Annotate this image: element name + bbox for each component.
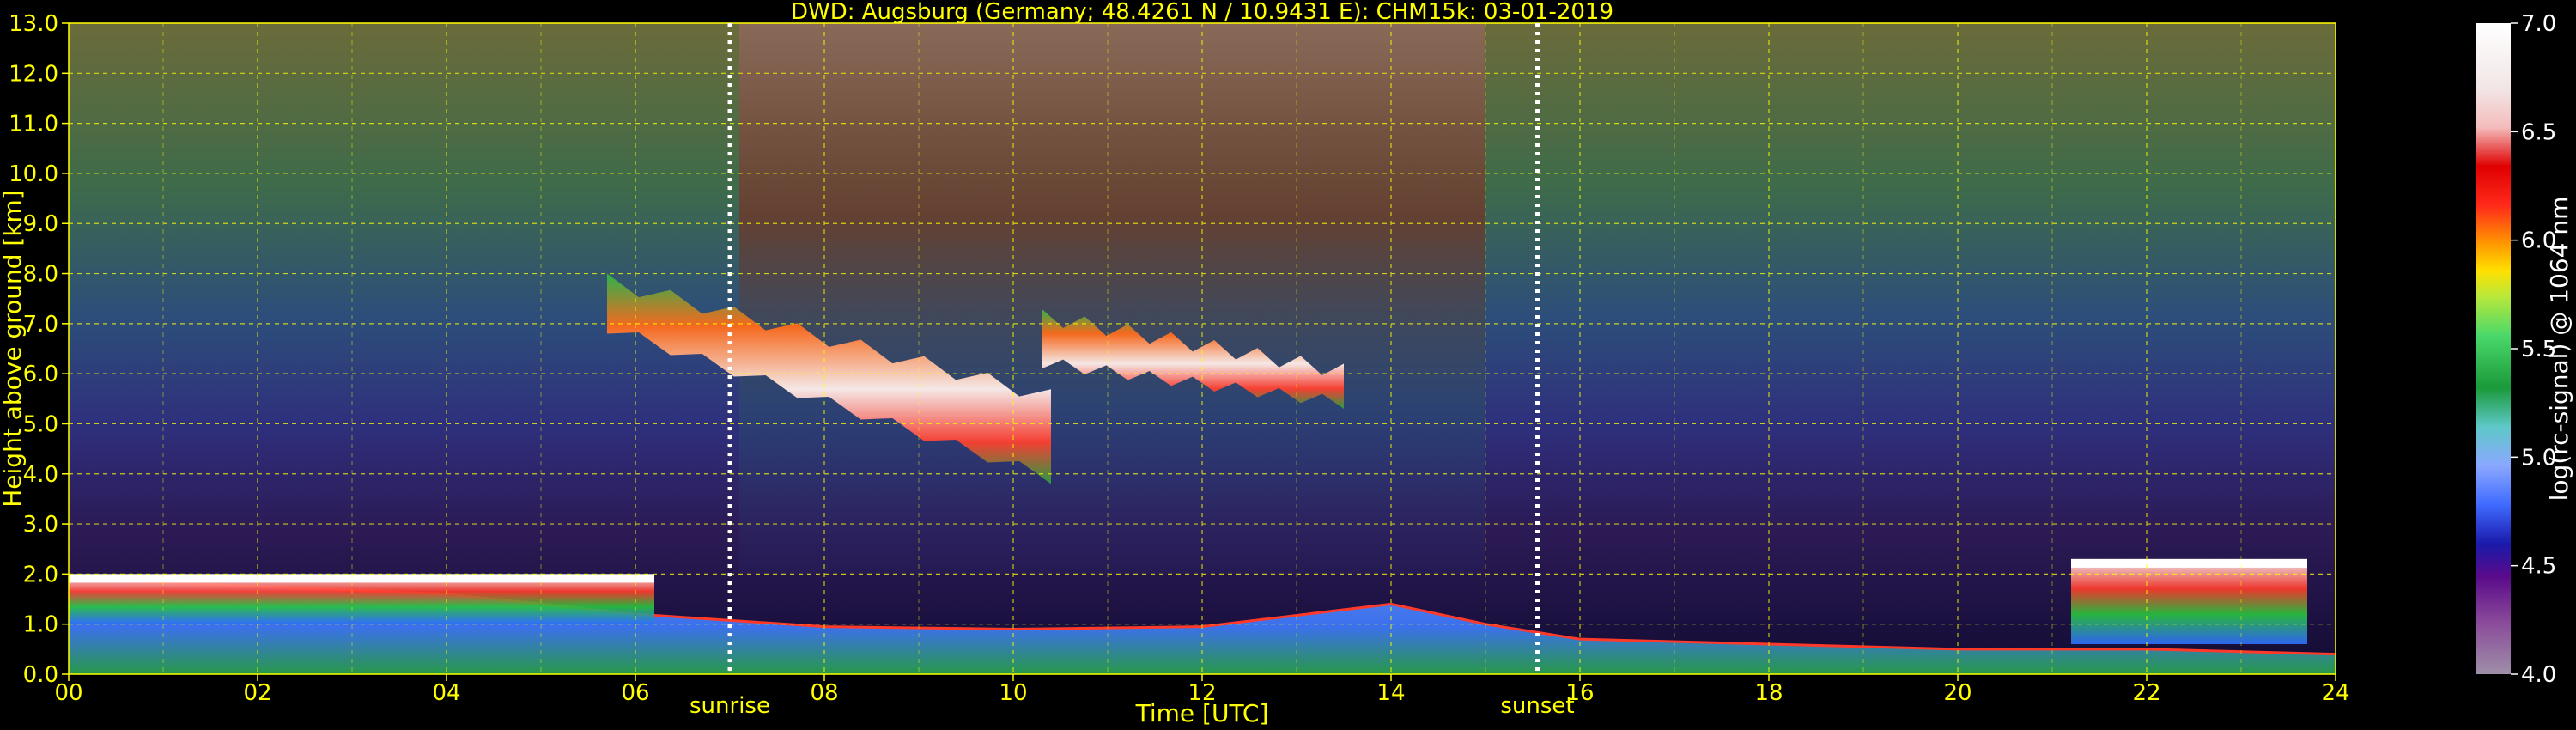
y-tick-label-5: 5.0	[23, 411, 58, 437]
low-cloud-4	[2071, 558, 2307, 645]
low-cloud-top-1	[69, 574, 654, 583]
colorbar-gradient	[2476, 23, 2511, 674]
x-tick-label-2: 04	[432, 680, 460, 706]
y-tick-label-8: 8.0	[23, 262, 58, 288]
colorbar: 4.04.55.05.56.06.57.0 log(rc-signal) @ 1…	[2476, 11, 2573, 688]
chart-title: DWD: Augsburg (Germany; 48.4261 N / 10.9…	[791, 0, 1613, 25]
x-tick-label-1: 02	[243, 680, 271, 706]
sunset-label: sunset	[1500, 693, 1574, 719]
y-tick-label-4: 4.0	[23, 462, 58, 488]
colorbar-tick-label-5: 6.5	[2521, 119, 2556, 145]
y-tick-label-10: 10.0	[9, 161, 58, 187]
x-tick-label-4: 08	[810, 680, 838, 706]
x-tick-label-10: 20	[1943, 680, 1971, 706]
lidar-chart: 00 02 04 06 08 10 12 14 16 18 20 22 240.01.02.03.04.…	[0, 0, 2573, 727]
x-tick-label-7: 14	[1376, 680, 1405, 706]
y-tick-label-0: 0.0	[23, 662, 58, 688]
y-tick-label-1: 1.0	[23, 612, 58, 638]
x-tick-label-0: 00	[54, 680, 82, 706]
x-tick-label-3: 06	[621, 680, 649, 706]
x-tick-label-5: 10	[999, 680, 1027, 706]
y-tick-label-3: 3.0	[23, 512, 58, 538]
x-tick-label-9: 18	[1754, 680, 1783, 706]
sunrise-label: sunrise	[690, 693, 770, 719]
colorbar-label: log(rc-signal) @ 1064 nm	[2545, 197, 2573, 502]
colorbar-tick-label-1: 4.5	[2521, 554, 2556, 580]
y-tick-label-2: 2.0	[23, 562, 58, 587]
y-tick-label-13: 13.0	[9, 11, 58, 37]
y-tick-label-9: 9.0	[23, 211, 58, 237]
plot-area	[69, 23, 2336, 674]
colorbar-tick-label-0: 4.0	[2521, 662, 2556, 688]
y-tick-label-12: 12.0	[9, 61, 58, 87]
y-tick-label-11: 11.0	[9, 112, 58, 137]
colorbar-tick-label-6: 7.0	[2521, 11, 2556, 37]
y-tick-label-7: 7.0	[23, 312, 58, 338]
daytime-noise-region	[739, 23, 1485, 575]
y-axis-label: Height above ground [km]	[0, 190, 27, 508]
low-cloud-top-4	[2071, 558, 2307, 568]
x-tick-label-12: 24	[2321, 680, 2349, 706]
y-tick-label-6: 6.0	[23, 362, 58, 387]
x-axis-label: Time [UTC]	[1135, 699, 1269, 727]
x-tick-label-11: 22	[2132, 680, 2160, 706]
